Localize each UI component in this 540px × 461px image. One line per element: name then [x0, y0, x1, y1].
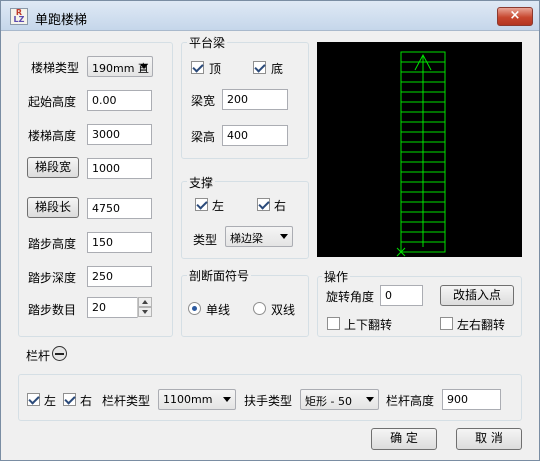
step-depth-input[interactable]: 250 [87, 266, 152, 287]
start-height-label: 起始高度 [28, 95, 77, 109]
single-line-radio[interactable] [188, 302, 201, 315]
chevron-down-icon [280, 234, 288, 239]
stair-params-group [18, 42, 173, 337]
platform-beam-legend: 平台梁 [187, 34, 228, 51]
spin-down-icon[interactable] [138, 307, 152, 317]
beam-height-label: 梁高 [191, 130, 216, 144]
stair-preview [317, 42, 522, 257]
beam-height-input[interactable]: 400 [222, 125, 288, 146]
double-line-label: 双线 [271, 303, 296, 317]
rotate-angle-input[interactable]: 0 [380, 285, 423, 306]
ok-button[interactable]: 确 定 [371, 428, 437, 450]
railing-right-checkbox[interactable] [63, 393, 76, 406]
beam-width-input[interactable]: 200 [222, 89, 288, 110]
support-left-label: 左 [212, 199, 225, 213]
spin-up-icon[interactable] [138, 297, 152, 307]
section-symbol-legend: 剖断面符号 [187, 267, 252, 284]
beam-width-label: 梁宽 [191, 94, 216, 108]
beam-top-label: 顶 [209, 62, 222, 76]
stair-type-select[interactable]: 190mm 直 [87, 56, 153, 77]
handrail-type-label: 扶手类型 [244, 394, 293, 408]
double-line-radio[interactable] [253, 302, 266, 315]
chevron-down-icon [140, 64, 148, 69]
flip-horizontal-label: 左右翻转 [457, 318, 506, 332]
operation-legend: 操作 [322, 268, 351, 285]
support-left-checkbox[interactable] [195, 198, 208, 211]
segment-length-input[interactable]: 4750 [87, 198, 152, 219]
flip-horizontal-checkbox[interactable] [440, 317, 453, 330]
railing-label: 栏杆 [26, 349, 51, 363]
railing-left-checkbox[interactable] [27, 393, 40, 406]
step-depth-label: 踏步深度 [28, 271, 77, 285]
stair-type-label: 楼梯类型 [31, 61, 80, 75]
beam-bottom-checkbox[interactable] [253, 61, 266, 74]
close-button[interactable]: × [497, 7, 533, 26]
single-line-label: 单线 [206, 303, 231, 317]
window-title: 单跑楼梯 [35, 13, 88, 28]
support-right-checkbox[interactable] [257, 198, 270, 211]
segment-length-button[interactable]: 梯段长 [27, 197, 79, 218]
beam-top-checkbox[interactable] [191, 61, 204, 74]
change-insert-point-button[interactable]: 改插入点 [440, 285, 514, 306]
rotate-angle-label: 旋转角度 [326, 290, 375, 304]
start-height-input[interactable]: 0.00 [87, 90, 152, 111]
chevron-down-icon [366, 397, 374, 402]
dialog-window: R LZ 单跑楼梯 × 楼梯类型 190mm 直 起始高度 0.00 楼梯高度 3… [0, 0, 540, 461]
support-type-label: 类型 [193, 233, 218, 247]
step-count-label: 踏步数目 [28, 303, 77, 317]
chevron-down-icon [223, 397, 231, 402]
step-height-label: 踏步高度 [28, 237, 77, 251]
railing-height-label: 栏杆高度 [386, 394, 435, 408]
beam-bottom-label: 底 [271, 62, 284, 76]
railing-type-label: 栏杆类型 [102, 394, 151, 408]
cancel-button[interactable]: 取 消 [456, 428, 522, 450]
segment-width-button[interactable]: 梯段宽 [27, 157, 79, 178]
railing-type-select[interactable]: 1100mm [158, 389, 236, 410]
stair-height-label: 楼梯高度 [28, 129, 77, 143]
flip-vertical-checkbox[interactable] [327, 317, 340, 330]
support-legend: 支撑 [187, 174, 216, 191]
support-right-label: 右 [274, 199, 287, 213]
segment-width-input[interactable]: 1000 [87, 158, 152, 179]
stair-height-input[interactable]: 3000 [87, 124, 152, 145]
railing-right-label: 右 [80, 394, 93, 408]
title-bar: R LZ 单跑楼梯 × [1, 1, 539, 31]
stair-preview-drawing [396, 51, 446, 257]
railing-height-input[interactable]: 900 [442, 389, 501, 410]
support-type-select[interactable]: 梯边梁 [225, 226, 293, 247]
step-count-input[interactable]: 20 [87, 297, 138, 318]
handrail-type-select[interactable]: 矩形 - 50 [300, 389, 379, 410]
collapse-minus-icon[interactable] [52, 346, 67, 361]
railing-left-label: 左 [44, 394, 57, 408]
step-count-spinner[interactable] [137, 297, 152, 318]
flip-vertical-label: 上下翻转 [344, 318, 393, 332]
app-icon: R LZ [10, 8, 28, 25]
step-height-input[interactable]: 150 [87, 232, 152, 253]
